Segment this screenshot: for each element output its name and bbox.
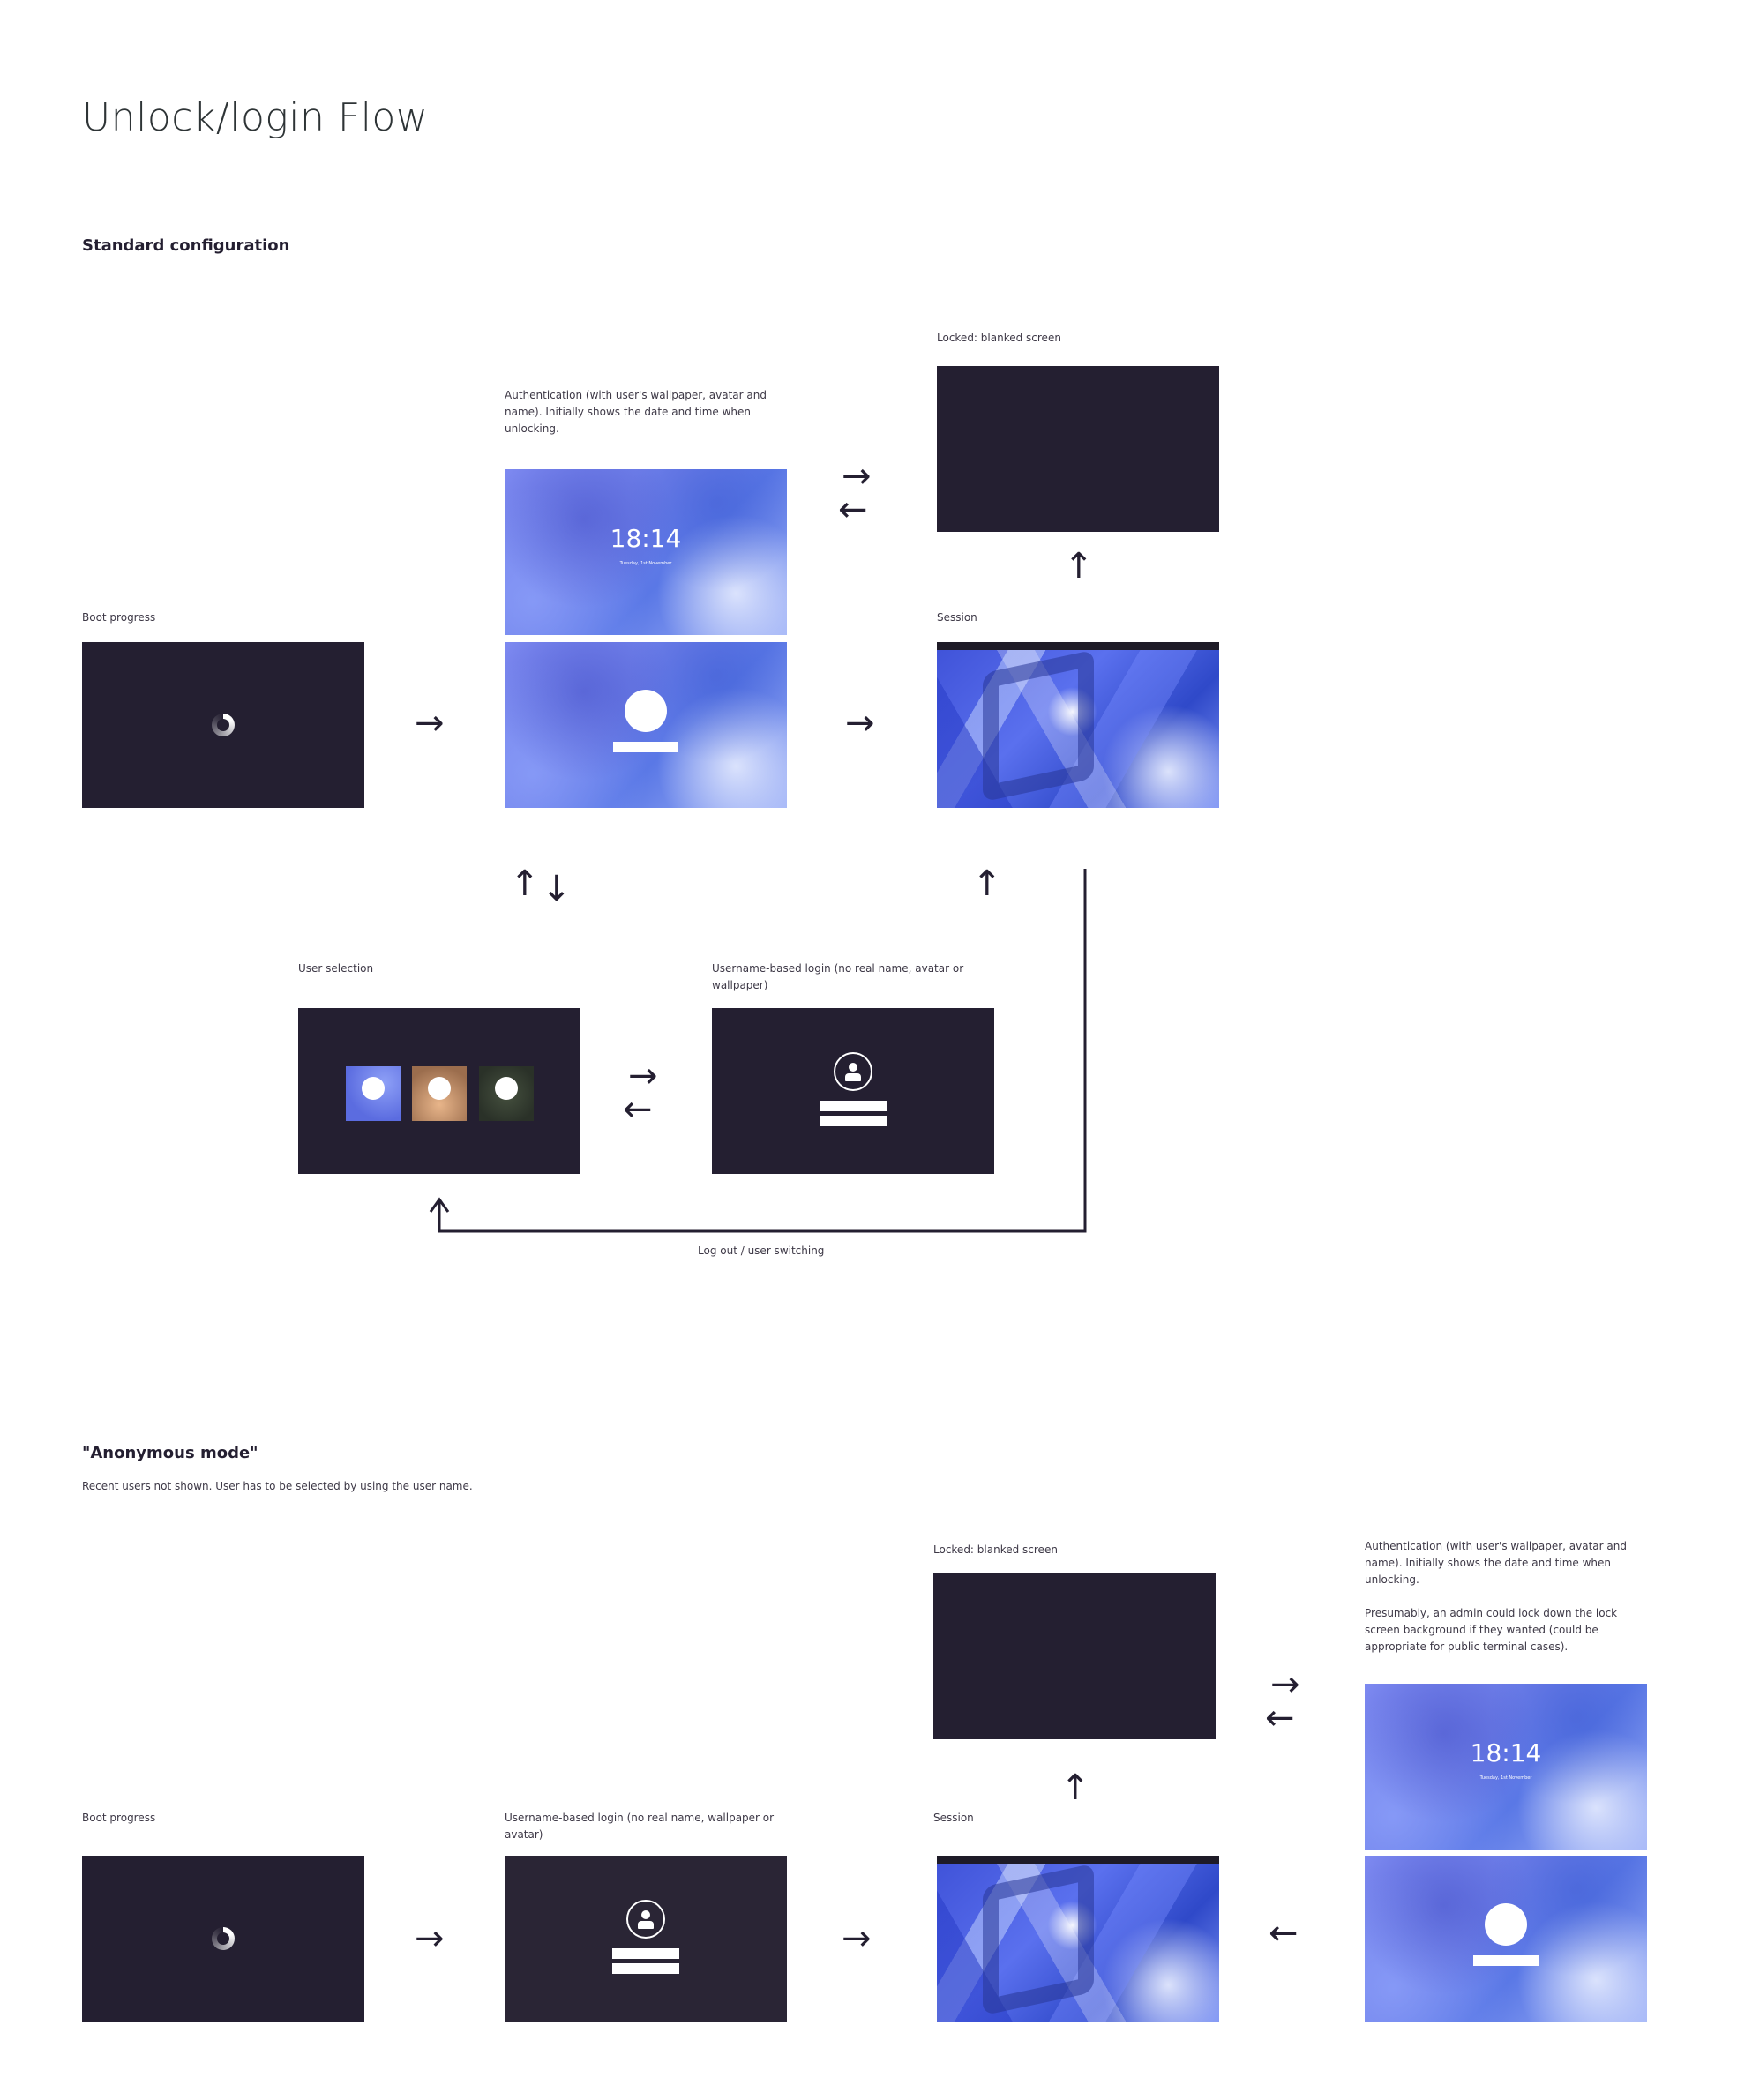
wallpaper-shape xyxy=(983,1863,1094,2016)
arrow-right: → xyxy=(1270,1664,1300,1705)
clock-date: Tuesday, 1st November xyxy=(1479,1775,1532,1781)
session-screen xyxy=(937,1856,1219,2022)
session-label: Session xyxy=(933,1812,974,1824)
boot-screen xyxy=(82,1856,364,2022)
arrow-right: → xyxy=(415,1918,445,1959)
auth-label: Authentication (with user's wallpaper, a… xyxy=(1365,1540,1627,1586)
clock-time: 18:14 xyxy=(1470,1738,1542,1767)
auth-avatar-screen xyxy=(1365,1856,1647,2022)
arrow-left: ← xyxy=(1269,1913,1299,1954)
locked-label: Locked: blanked screen xyxy=(933,1543,1058,1556)
locked-screen xyxy=(933,1573,1216,1739)
arrow-left: ← xyxy=(1265,1698,1295,1738)
auth-clock-screen: 18:14 Tuesday, 1st November xyxy=(1365,1684,1647,1850)
username-field xyxy=(612,1948,679,1959)
arrow-up: ↑ xyxy=(1060,1767,1090,1808)
password-field xyxy=(612,1963,679,1974)
anonymous-description: Recent users not shown. User has to be s… xyxy=(82,1480,473,1492)
arrow-right: → xyxy=(842,1918,872,1959)
logout-label: Log out / user switching xyxy=(698,1244,825,1257)
spinner-icon xyxy=(212,1927,235,1950)
user-icon xyxy=(626,1900,665,1939)
boot-label: Boot progress xyxy=(82,1812,156,1824)
name-bar xyxy=(1473,1955,1539,1966)
section-heading-anonymous: "Anonymous mode" xyxy=(82,1444,258,1462)
username-login-screen xyxy=(505,1856,787,2022)
avatar-placeholder xyxy=(1485,1903,1527,1946)
username-login-label: Username-based login (no real name, wall… xyxy=(505,1812,775,1841)
auth-note: Presumably, an admin could lock down the… xyxy=(1365,1607,1618,1653)
